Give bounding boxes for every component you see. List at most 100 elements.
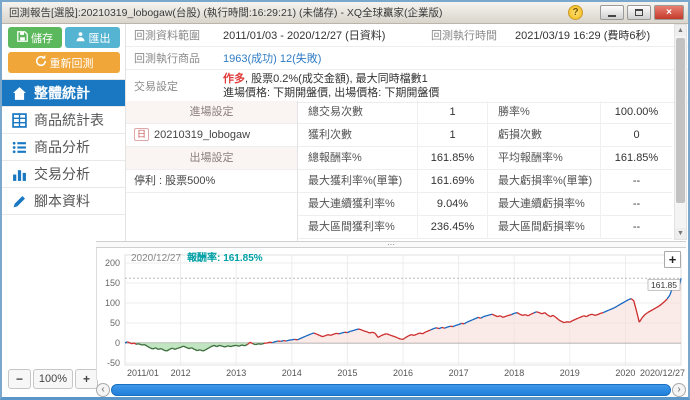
horizontal-scroll-thumb[interactable] [111,384,671,396]
exec-time-label: 回測執行時間 [431,30,497,42]
symbols-value[interactable]: 1963(成功) 12(失敗) [223,50,672,66]
close-button[interactable]: × [654,5,684,20]
entry-settings-header: 進場設定 [126,101,297,124]
backtest-report-window: 回測報告[選股]:20210319_lobogaw(台股) (執行時間:16:2… [0,0,690,400]
svg-text:50: 50 [110,318,120,328]
svg-text:150: 150 [105,278,120,288]
info-row-trade-settings: 交易設定 作多, 股票0.2%(成交金額), 最大同時檔數1 進場價格: 下期開… [126,70,688,103]
stat-label: 總交易次數 [298,101,418,124]
entry-exit-settings: 進場設定 日 20210319_lobogaw 出場設定 停利 : 股票500% [126,101,298,241]
stat-label: 總報酬率% [298,147,418,170]
svg-text:161.85: 161.85 [651,280,677,290]
horizontal-scrollbar: ‹ › [96,383,686,397]
trade-settings-label: 交易設定 [134,81,178,93]
chart-return-value: 161.85% [223,253,263,264]
stats-zone: 進場設定 日 20210319_lobogaw 出場設定 停利 : 股票500% … [126,101,672,241]
range-value: 2011/01/03 - 2020/12/27 (日資料) [223,30,386,42]
nav-item-symbol-stats-table[interactable]: 商品統計表 [2,107,125,134]
maximize-button[interactable] [627,5,651,20]
daily-badge: 日 [134,128,150,141]
svg-text:2015: 2015 [337,368,357,378]
info-row-range: 回測資料範圍 2011/01/03 - 2020/12/27 (日資料) 回測執… [126,24,688,47]
vertical-scroll-thumb[interactable] [676,38,685,204]
minimize-icon [608,14,616,17]
svg-text:2011/01: 2011/01 [127,368,159,378]
entry-script-name: 20210319_lobogaw [154,129,251,141]
svg-text:200: 200 [105,258,120,268]
nav-label: 交易分析 [34,166,90,182]
entry-script-row[interactable]: 日 20210319_lobogaw [126,124,297,147]
zoom-level[interactable]: 100% [33,369,73,389]
stats-row: 最大區間獲利率% 236.45% 最大區間虧損率% -- [298,216,672,239]
sidebar-nav: 整體統計 商品統計表 商品分析 交易分析 腳本資料 [2,79,125,215]
minimize-button[interactable] [600,5,624,20]
symbols-label: 回測執行商品 [134,53,200,65]
equity-curve-chart: 200 150 100 50 0 -50 161.85 2011/01 2012 2013 2014… [105,254,685,378]
stats-row: 最大獲利率%(單筆) 161.69% 最大虧損率%(單筆) -- [298,170,672,193]
list-icon [12,140,27,155]
stat-label: 平均報酬率% [488,147,601,170]
exit-settings-header: 出場設定 [126,147,297,170]
maximize-icon [635,9,643,16]
nav-item-overall-stats[interactable]: 整體統計 [2,80,125,107]
trade-prices: 進場價格: 下期開盤價, 出場價格: 下期開盤價 [223,87,440,99]
panel-splitter[interactable]: ··· [96,241,686,249]
svg-text:2020: 2020 [615,368,635,378]
nav-item-trade-analysis[interactable]: 交易分析 [2,161,125,188]
nav-label: 商品統計表 [34,112,104,128]
stat-value: -- [632,221,641,233]
exec-time-value: 2021/03/19 16:29 (費時6秒) [515,30,651,42]
vertical-scroll-track[interactable] [675,36,686,228]
stat-value: 161.69% [418,170,488,193]
stat-value: 1 [418,101,488,124]
svg-text:2016: 2016 [393,368,413,378]
nav-label: 腳本資料 [34,193,90,209]
zoom-controls: − 100% + [8,369,98,389]
help-button[interactable]: ? [568,5,583,20]
stats-row: 獲利次數 1 虧損次數 0 [298,124,672,147]
save-button[interactable]: 儲存 [8,27,62,48]
stat-value: -- [632,198,641,210]
range-label: 回測資料範圍 [134,30,200,42]
titlebar: 回測報告[選股]:20210319_lobogaw(台股) (執行時間:16:2… [2,2,688,24]
stats-row: 最大連續獲利率% 9.04% 最大連續虧損率% -- [298,193,672,216]
scroll-up-icon[interactable]: ▲ [675,25,686,36]
scroll-left-icon[interactable]: ‹ [96,383,110,397]
stat-label: 勝率% [488,101,601,124]
export-label: 匯出 [88,32,111,45]
svg-text:2012: 2012 [171,368,191,378]
svg-text:2013: 2013 [226,368,246,378]
export-button[interactable]: 匯出 [65,27,120,48]
svg-text:2014: 2014 [282,368,302,378]
rerun-label: 重新回測 [49,57,94,70]
scroll-down-icon[interactable]: ▼ [675,228,686,239]
save-icon [17,30,28,45]
pencil-icon [12,194,27,209]
trade-rest: , 股票0.2%(成交金額), 最大同時檔數1 [245,73,428,85]
rerun-backtest-button[interactable]: 重新回測 [8,52,120,73]
stat-label: 最大虧損率%(單筆) [488,170,601,193]
stat-label: 最大獲利率%(單筆) [298,170,418,193]
svg-text:0: 0 [115,338,120,348]
stat-value: 100.00% [614,106,659,118]
bar-chart-icon [12,167,27,182]
stat-label: 最大區間獲利率% [298,216,418,239]
scroll-right-icon[interactable]: › [672,383,686,397]
equity-chart-panel: 2020/12/27 報酬率: 161.85% + 200 150 100 50 0 -50… [96,248,686,380]
window-title: 回測報告[選股]:20210319_lobogaw(台股) (執行時間:16:2… [9,7,443,19]
stat-value: 9.04% [418,193,488,216]
nav-label: 整體統計 [34,85,90,101]
chart-zoom-in-button[interactable]: + [664,251,681,268]
stat-label: 最大連續獲利率% [298,193,418,216]
chart-header: 2020/12/27 報酬率: 161.85% [131,249,263,264]
nav-item-symbol-analysis[interactable]: 商品分析 [2,134,125,161]
vertical-scrollbar[interactable]: ▲ ▼ [674,24,687,240]
refresh-icon [35,55,47,70]
zoom-in-button[interactable]: + [75,369,98,389]
stats-row: 總交易次數 1 勝率% 100.00% [298,101,672,124]
nav-item-script-data[interactable]: 腳本資料 [2,188,125,215]
stats-table: 總交易次數 1 勝率% 100.00% 獲利次數 1 虧損次數 0 總報酬率% 161.8… [298,101,672,241]
zoom-out-button[interactable]: − [8,369,31,389]
stat-label: 最大區間虧損率% [488,216,601,239]
svg-text:2020/12/27: 2020/12/27 [640,368,685,378]
